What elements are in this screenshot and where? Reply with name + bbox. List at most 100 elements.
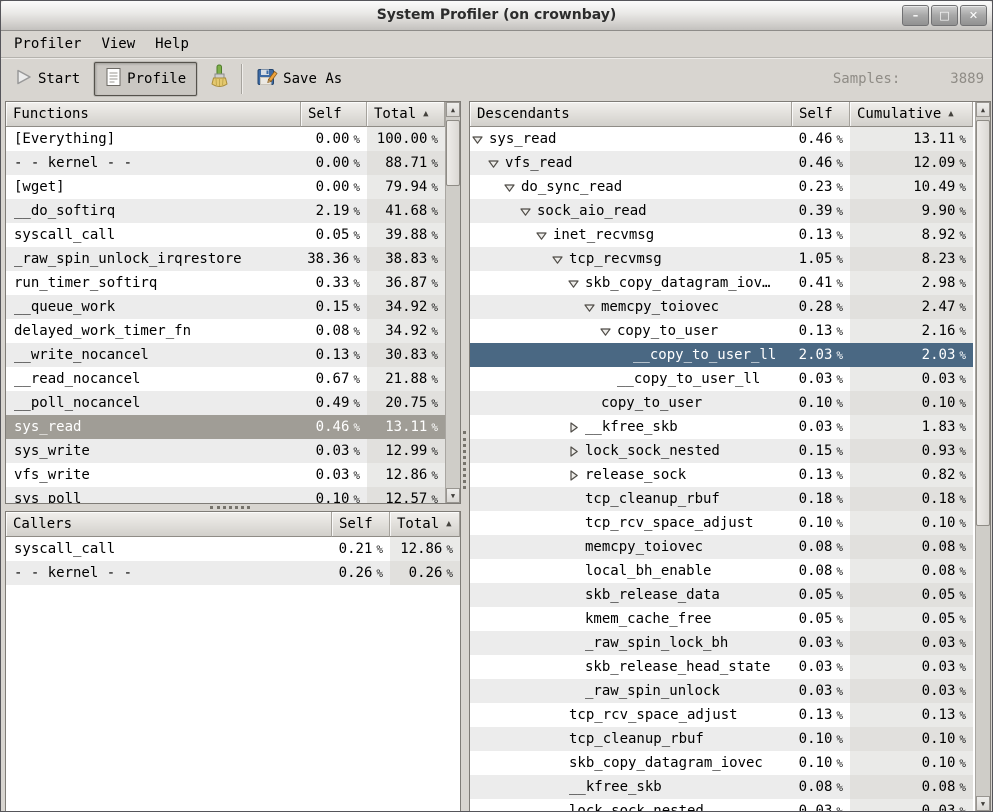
tree-row[interactable]: tcp_rcv_space_adjust0.10%0.10% bbox=[470, 511, 973, 535]
tree-row[interactable]: do_sync_read0.23%10.49% bbox=[470, 175, 973, 199]
minimize-button[interactable]: – bbox=[902, 5, 929, 26]
table-row[interactable]: __poll_nocancel0.49%20.75% bbox=[6, 391, 445, 415]
scrollbar-thumb[interactable] bbox=[446, 120, 460, 186]
tree-row[interactable]: __copy_to_user_ll2.03%2.03% bbox=[470, 343, 973, 367]
total-column-header[interactable]: Total▲ bbox=[390, 512, 460, 537]
self-column-header[interactable]: Self bbox=[301, 102, 367, 127]
function-name: [Everything] bbox=[6, 127, 301, 151]
table-row[interactable]: __write_nocancel0.13%30.83% bbox=[6, 343, 445, 367]
self-percent: 0.00% bbox=[301, 151, 367, 175]
expander-open-icon[interactable] bbox=[552, 254, 569, 265]
expander-open-icon[interactable] bbox=[520, 206, 537, 217]
tree-row[interactable]: lock_sock_nested0.03%0.03% bbox=[470, 799, 973, 811]
expander-open-icon[interactable] bbox=[600, 326, 617, 337]
expander-open-icon[interactable] bbox=[504, 182, 521, 193]
expander-closed-icon[interactable] bbox=[568, 422, 585, 433]
table-row[interactable]: [Everything]0.00%100.00% bbox=[6, 127, 445, 151]
scroll-down-icon[interactable]: ▼ bbox=[446, 488, 460, 503]
tree-row[interactable]: inet_recvmsg0.13%8.92% bbox=[470, 223, 973, 247]
table-row[interactable]: delayed_work_timer_fn0.08%34.92% bbox=[6, 319, 445, 343]
functions-column-header[interactable]: Functions bbox=[6, 102, 301, 127]
table-row[interactable]: _raw_spin_unlock_irqrestore38.36%38.83% bbox=[6, 247, 445, 271]
tree-row[interactable]: release_sock0.13%0.82% bbox=[470, 463, 973, 487]
expander-open-icon[interactable] bbox=[488, 158, 505, 169]
table-row[interactable]: __read_nocancel0.67%21.88% bbox=[6, 367, 445, 391]
function-name-label: syscall_call bbox=[14, 227, 115, 243]
expander-open-icon[interactable] bbox=[584, 302, 601, 313]
scrollbar-thumb[interactable] bbox=[976, 120, 990, 526]
scroll-up-icon[interactable]: ▲ bbox=[446, 102, 460, 117]
callers-column-header[interactable]: Callers bbox=[6, 512, 332, 537]
cumulative-column-header[interactable]: Cumulative▲ bbox=[850, 102, 973, 127]
start-button[interactable]: Start bbox=[9, 62, 86, 96]
scroll-up-icon[interactable]: ▲ bbox=[976, 102, 990, 117]
tree-row[interactable]: copy_to_user0.13%2.16% bbox=[470, 319, 973, 343]
tree-row[interactable]: _raw_spin_unlock0.03%0.03% bbox=[470, 679, 973, 703]
descendants-column-header[interactable]: Descendants bbox=[470, 102, 792, 127]
function-name: run_timer_softirq bbox=[6, 271, 301, 295]
tree-row[interactable]: _raw_spin_lock_bh0.03%0.03% bbox=[470, 631, 973, 655]
tree-row[interactable]: lock_sock_nested0.15%0.93% bbox=[470, 439, 973, 463]
table-row[interactable]: - - kernel - -0.00%88.71% bbox=[6, 151, 445, 175]
tree-row[interactable]: tcp_rcv_space_adjust0.13%0.13% bbox=[470, 703, 973, 727]
table-row[interactable]: vfs_write0.03%12.86% bbox=[6, 463, 445, 487]
function-name-label: delayed_work_timer_fn bbox=[14, 323, 191, 339]
tree-row[interactable]: __kfree_skb0.03%1.83% bbox=[470, 415, 973, 439]
tree-row[interactable]: tcp_cleanup_rbuf0.10%0.10% bbox=[470, 727, 973, 751]
menu-view[interactable]: View bbox=[91, 33, 145, 55]
tree-row[interactable]: skb_copy_datagram_iov…0.41%2.98% bbox=[470, 271, 973, 295]
total-percent: 36.87% bbox=[367, 271, 445, 295]
table-row[interactable]: __do_softirq2.19%41.68% bbox=[6, 199, 445, 223]
tree-row[interactable]: copy_to_user0.10%0.10% bbox=[470, 391, 973, 415]
table-row[interactable]: sys_poll0.10%12.57% bbox=[6, 487, 445, 503]
function-name: vfs_read bbox=[470, 151, 792, 175]
profile-toggle-button[interactable]: Profile bbox=[94, 62, 197, 96]
scroll-down-icon[interactable]: ▼ bbox=[976, 796, 990, 811]
table-row[interactable]: syscall_call0.21%12.86% bbox=[6, 537, 460, 561]
expander-closed-icon[interactable] bbox=[568, 470, 585, 481]
expander-open-icon[interactable] bbox=[536, 230, 553, 241]
tree-row[interactable]: skb_copy_datagram_iovec0.10%0.10% bbox=[470, 751, 973, 775]
tree-row[interactable]: sys_read0.46%13.11% bbox=[470, 127, 973, 151]
tree-row[interactable]: sock_aio_read0.39%9.90% bbox=[470, 199, 973, 223]
table-row[interactable]: [wget]0.00%79.94% bbox=[6, 175, 445, 199]
reset-button[interactable] bbox=[203, 62, 235, 96]
descendants-scrollbar[interactable]: ▲ ▼ bbox=[975, 102, 990, 811]
menu-help[interactable]: Help bbox=[145, 33, 199, 55]
tree-row[interactable]: memcpy_toiovec0.08%0.08% bbox=[470, 535, 973, 559]
table-row[interactable]: sys_read0.46%13.11% bbox=[6, 415, 445, 439]
tree-row[interactable]: skb_release_data0.05%0.05% bbox=[470, 583, 973, 607]
expander-open-icon[interactable] bbox=[472, 134, 489, 145]
tree-row[interactable]: skb_release_head_state0.03%0.03% bbox=[470, 655, 973, 679]
close-button[interactable]: ✕ bbox=[960, 5, 987, 26]
functions-scrollbar[interactable]: ▲ ▼ bbox=[445, 102, 460, 503]
table-row[interactable]: - - kernel - -0.26%0.26% bbox=[6, 561, 460, 585]
tree-row[interactable]: vfs_read0.46%12.09% bbox=[470, 151, 973, 175]
total-percent: 2.03% bbox=[850, 343, 973, 367]
menu-profiler[interactable]: Profiler bbox=[4, 33, 91, 55]
function-name-label: lock_sock_nested bbox=[569, 803, 704, 811]
title-bar[interactable]: System Profiler (on crownbay) – □ ✕ bbox=[1, 1, 992, 31]
tree-row[interactable]: kmem_cache_free0.05%0.05% bbox=[470, 607, 973, 631]
tree-row[interactable]: __kfree_skb0.08%0.08% bbox=[470, 775, 973, 799]
table-row[interactable]: run_timer_softirq0.33%36.87% bbox=[6, 271, 445, 295]
maximize-button[interactable]: □ bbox=[931, 5, 958, 26]
horizontal-splitter[interactable] bbox=[5, 504, 461, 511]
table-row[interactable]: sys_write0.03%12.99% bbox=[6, 439, 445, 463]
tree-row[interactable]: local_bh_enable0.08%0.08% bbox=[470, 559, 973, 583]
tree-row[interactable]: tcp_recvmsg1.05%8.23% bbox=[470, 247, 973, 271]
function-name-label: skb_release_head_state bbox=[585, 659, 770, 675]
tree-row[interactable]: memcpy_toiovec0.28%2.47% bbox=[470, 295, 973, 319]
self-column-header[interactable]: Self bbox=[332, 512, 390, 537]
total-column-header[interactable]: Total▲ bbox=[367, 102, 445, 127]
save-as-button[interactable]: Save As bbox=[251, 62, 348, 96]
self-column-header[interactable]: Self bbox=[792, 102, 850, 127]
vertical-splitter[interactable] bbox=[461, 101, 469, 812]
total-percent: 0.05% bbox=[850, 607, 973, 631]
table-row[interactable]: syscall_call0.05%39.88% bbox=[6, 223, 445, 247]
expander-closed-icon[interactable] bbox=[568, 446, 585, 457]
tree-row[interactable]: tcp_cleanup_rbuf0.18%0.18% bbox=[470, 487, 973, 511]
expander-open-icon[interactable] bbox=[568, 278, 585, 289]
table-row[interactable]: __queue_work0.15%34.92% bbox=[6, 295, 445, 319]
tree-row[interactable]: __copy_to_user_ll0.03%0.03% bbox=[470, 367, 973, 391]
